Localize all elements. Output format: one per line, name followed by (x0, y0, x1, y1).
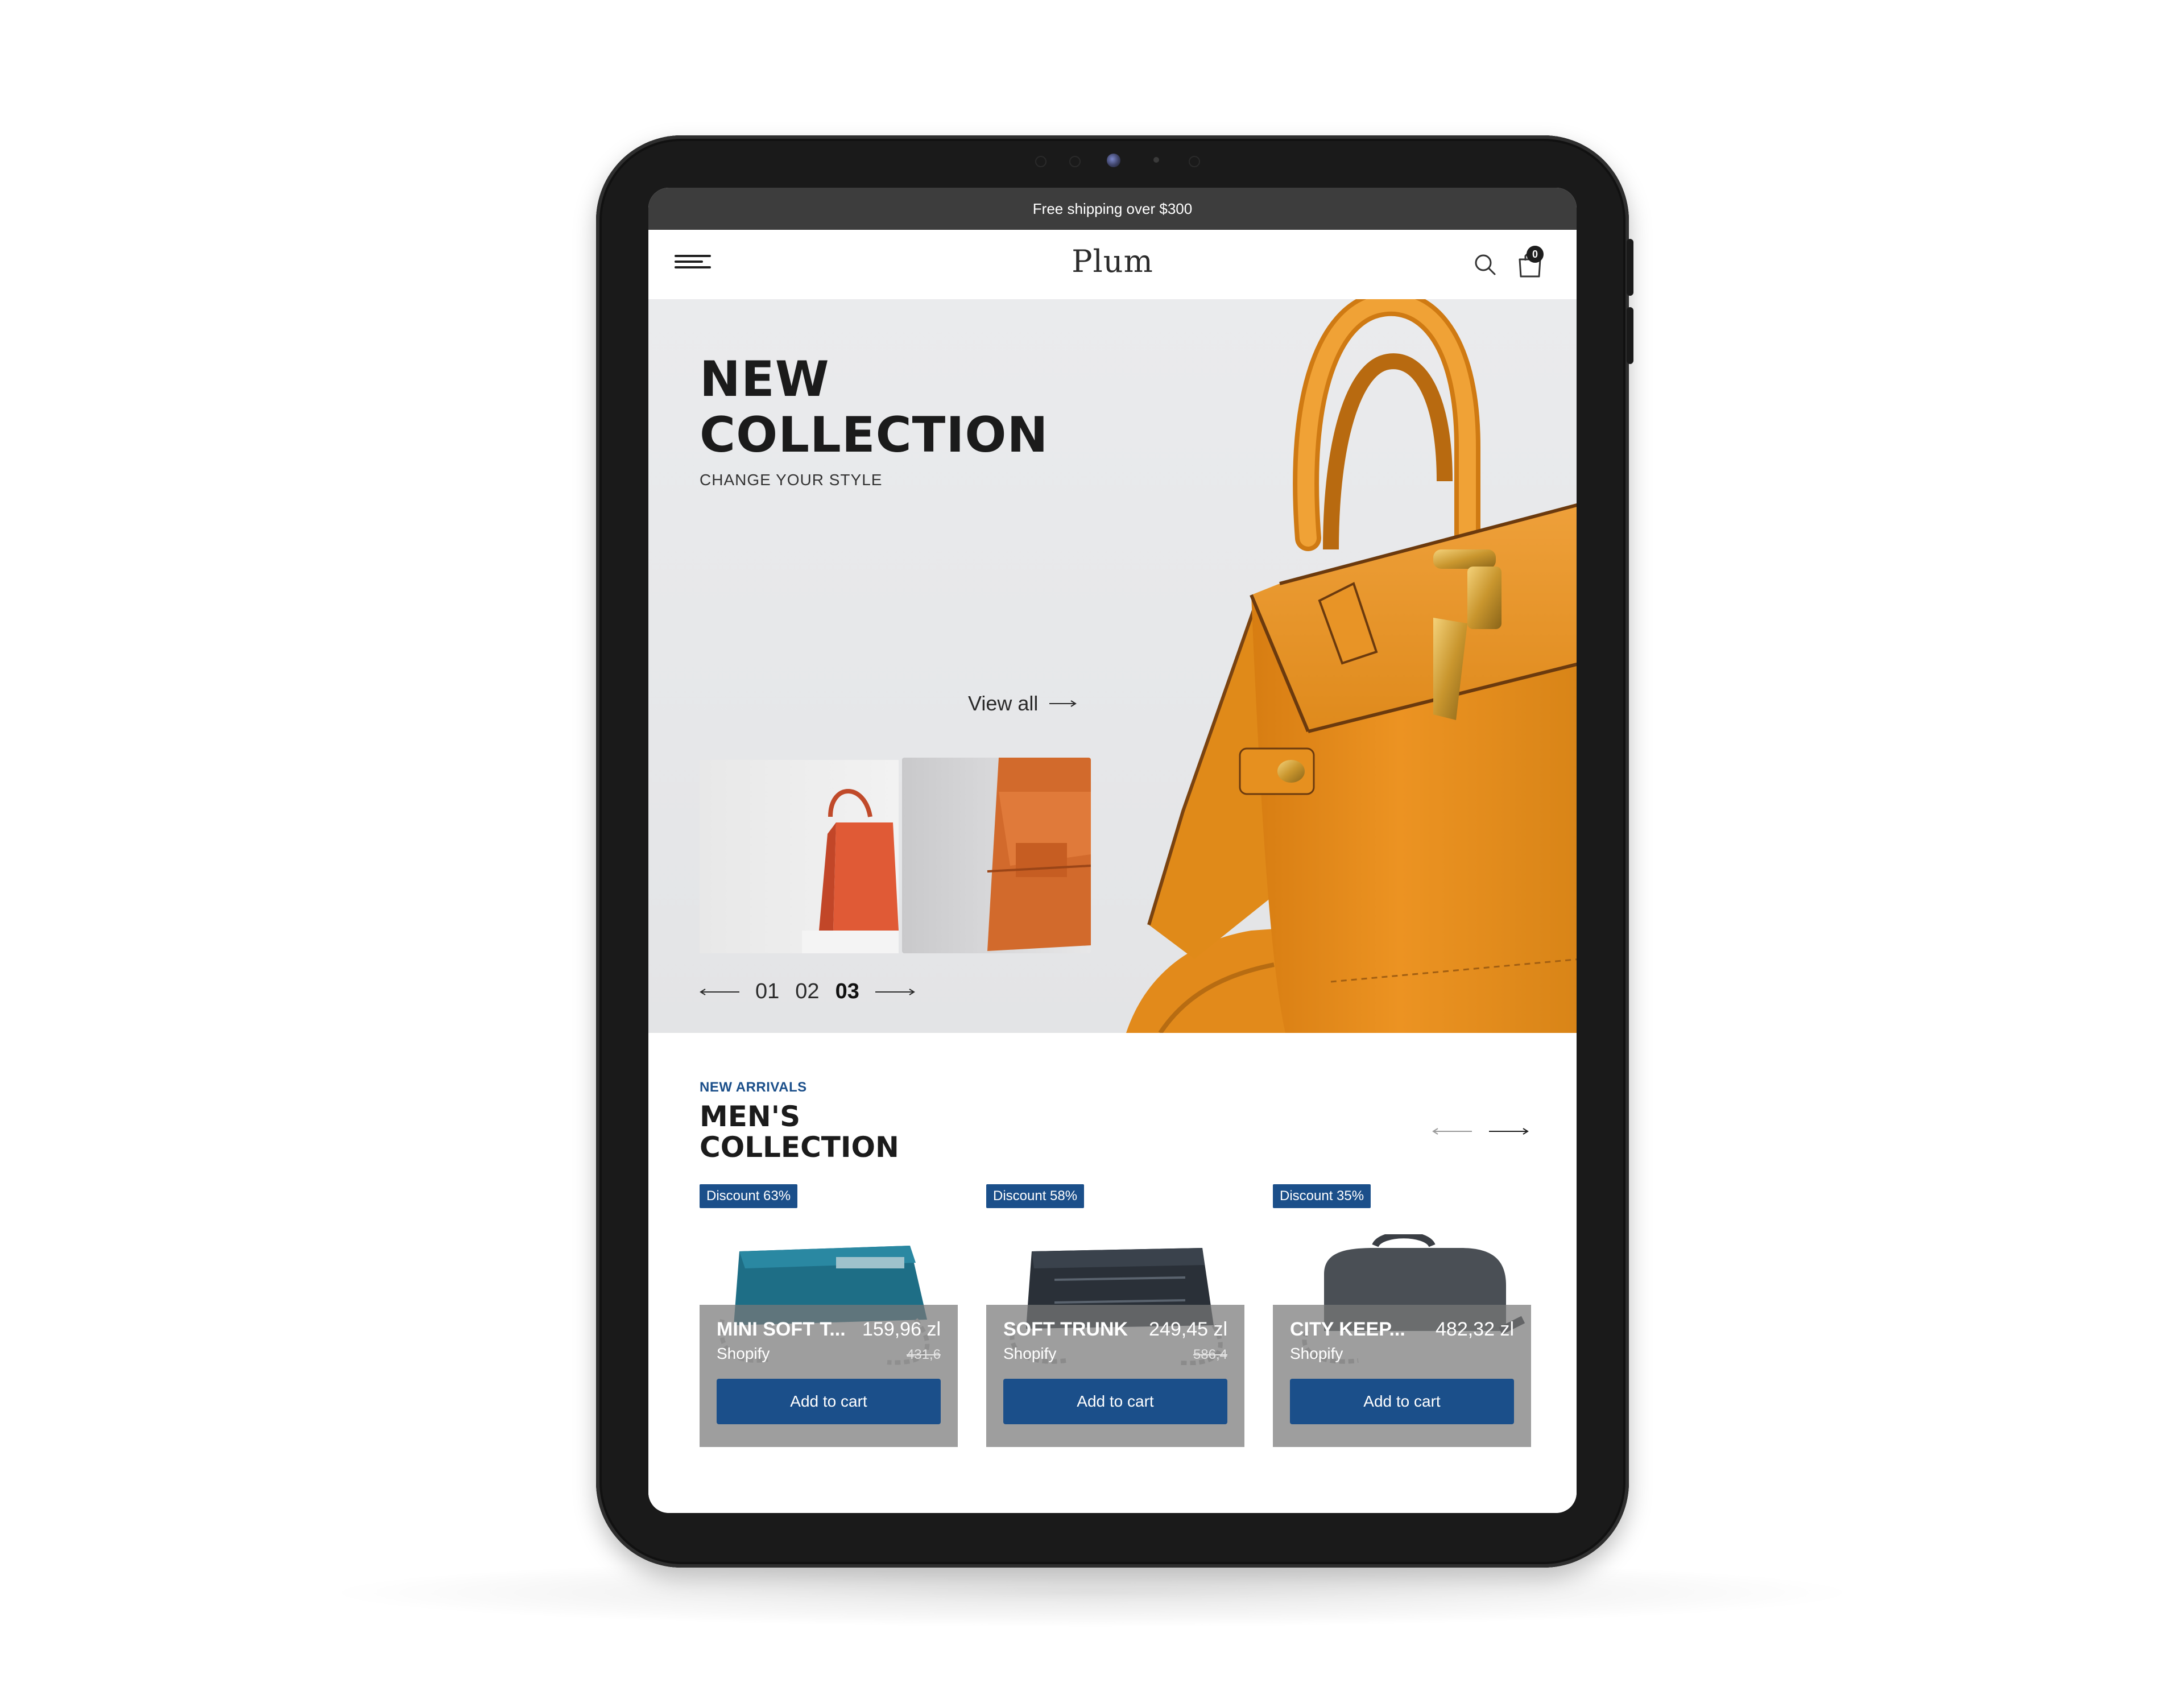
device-shadow (341, 1558, 1843, 1627)
add-to-cart-button[interactable]: Add to cart (1290, 1379, 1514, 1424)
product-name[interactable]: SOFT TRUNK (1003, 1318, 1151, 1341)
site-logo[interactable]: Plum (648, 243, 1577, 279)
add-to-cart-button[interactable]: Add to cart (717, 1379, 941, 1424)
arrow-right-icon (1049, 700, 1077, 707)
product-name[interactable]: CITY KEEP... (1290, 1318, 1438, 1341)
announcement-bar: Free shipping over $300 (648, 188, 1577, 230)
slide-1[interactable]: 01 (755, 979, 779, 1004)
power-button (1627, 307, 1633, 364)
hero-title: NEW COLLECTION (700, 351, 1049, 464)
announcement-text: Free shipping over $300 (1032, 200, 1193, 217)
sensor-dot (1153, 157, 1159, 163)
hero-banner: NEW COLLECTION CHANGE YOUR STYLE View al… (648, 299, 1577, 1033)
cart-count-badge: 0 (1527, 246, 1544, 263)
product-price: 482,32 zl (1436, 1318, 1514, 1340)
red-handbag-image (802, 789, 899, 953)
slide-3-active[interactable]: 03 (835, 979, 859, 1004)
search-icon[interactable] (1472, 251, 1498, 278)
camera-bar (1012, 149, 1217, 172)
product-name[interactable]: MINI SOFT T... (717, 1318, 864, 1341)
sensor-icon (1035, 156, 1046, 167)
product-old-price: 431,6 (906, 1347, 941, 1362)
sensor-icon (1189, 156, 1200, 167)
arrow-left-icon[interactable] (1432, 1127, 1472, 1135)
product-card[interactable]: Discount 35% CITY KEEP... 482,32 zl Shop… (1273, 1184, 1531, 1447)
slide-2[interactable]: 02 (795, 979, 819, 1004)
view-all-label: View all (968, 692, 1039, 715)
discount-badge: Discount 58% (986, 1184, 1085, 1208)
section-title: MEN'S COLLECTION (700, 1100, 899, 1164)
section-eyebrow: NEW ARRIVALS (700, 1080, 807, 1095)
discount-badge: Discount 35% (1273, 1184, 1371, 1208)
mens-collection-section: NEW ARRIVALS MEN'S COLLECTION Discount 6… (648, 1033, 1577, 1513)
orange-clutch-image (987, 758, 1091, 951)
product-vendor: Shopify (717, 1345, 770, 1362)
screen: Free shipping over $300 Plum 0 NEW COLLE… (648, 188, 1577, 1513)
arrow-right-icon[interactable] (875, 988, 915, 996)
product-card[interactable]: Discount 63% MINI SOFT T... 159,96 zl Sh… (700, 1184, 958, 1447)
arrow-left-icon[interactable] (700, 988, 739, 996)
volume-button (1627, 239, 1633, 296)
hero-pager: 01 02 03 (700, 979, 915, 1004)
carousel-arrows (1432, 1127, 1529, 1135)
hero-subtitle: CHANGE YOUR STYLE (700, 471, 883, 489)
sensor-icon (1069, 156, 1081, 167)
product-card[interactable]: Discount 58% SOFT TRUNK 249,45 zl Shopif… (986, 1184, 1244, 1447)
product-old-price: 586,4 (1193, 1347, 1227, 1362)
product-vendor: Shopify (1290, 1345, 1343, 1362)
site-header: Plum 0 (648, 230, 1577, 300)
product-price: 249,45 zl (1149, 1318, 1227, 1340)
slide-thumbnail-active[interactable] (902, 758, 1091, 953)
slide-thumbnail[interactable] (700, 760, 899, 953)
camera-lens-icon (1107, 154, 1120, 167)
add-to-cart-button[interactable]: Add to cart (1003, 1379, 1227, 1424)
product-vendor: Shopify (1003, 1345, 1057, 1362)
discount-badge: Discount 63% (700, 1184, 798, 1208)
product-price: 159,96 zl (862, 1318, 941, 1340)
view-all-link[interactable]: View all (968, 692, 1077, 716)
arrow-right-icon[interactable] (1489, 1127, 1529, 1135)
